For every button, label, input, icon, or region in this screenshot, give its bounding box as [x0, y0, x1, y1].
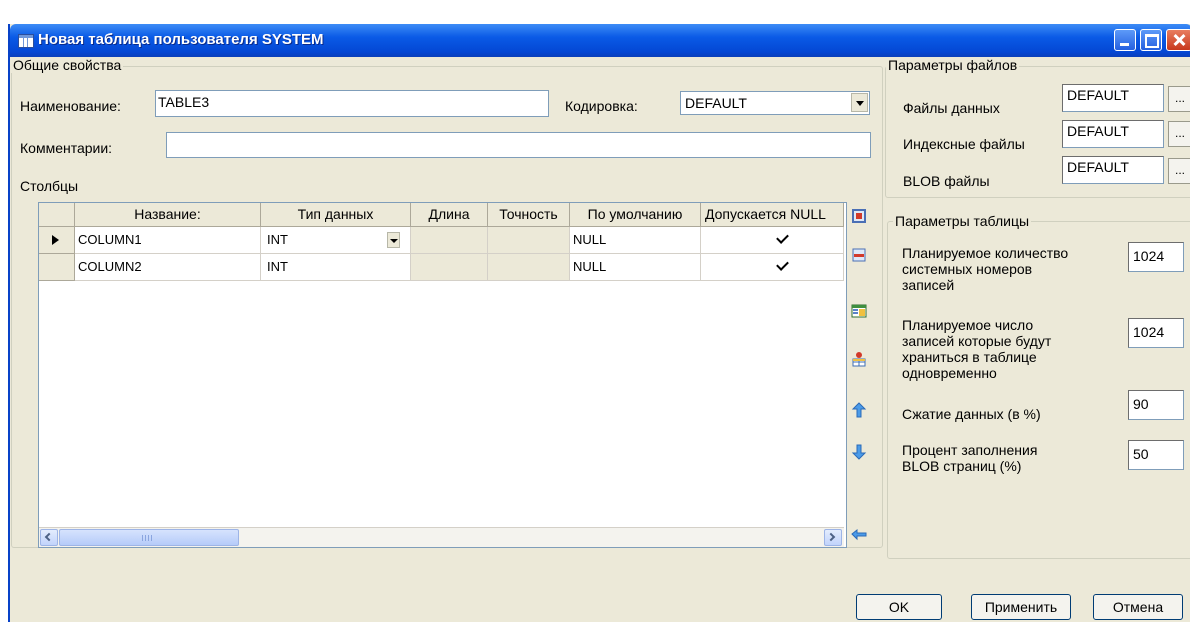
cell-length	[411, 227, 488, 254]
scroll-left-button[interactable]	[40, 529, 58, 546]
cell-default[interactable]: NULL	[570, 227, 701, 254]
planned-system-records-label: Планируемое количество системных номеров…	[902, 245, 1069, 293]
table-properties-icon	[851, 304, 867, 318]
blob-files-browse-button[interactable]: ...	[1168, 158, 1190, 184]
blob-files-label: BLOB файлы	[903, 173, 990, 189]
enter-button[interactable]	[848, 523, 870, 545]
enter-icon	[851, 528, 867, 541]
cell-length	[411, 254, 488, 281]
name-input[interactable]: TABLE3	[155, 90, 549, 117]
horizontal-scrollbar[interactable]	[39, 527, 844, 547]
encoding-select[interactable]: DEFAULT	[680, 91, 870, 115]
row-header[interactable]	[39, 227, 75, 254]
planned-concurrent-records-input[interactable]: 1024	[1128, 318, 1184, 348]
dialog-window: Новая таблица пользователя SYSTEM Общие …	[8, 24, 1190, 622]
table-params-legend: Параметры таблицы	[893, 213, 1032, 229]
cell-name[interactable]: COLUMN2	[75, 254, 261, 281]
comment-input[interactable]	[166, 132, 871, 158]
move-down-icon	[851, 444, 867, 460]
columns-grid[interactable]: Название: Тип данных Длина Точность По у…	[38, 202, 847, 548]
planned-concurrent-records-label: Планируемое число записей которые будут …	[902, 317, 1052, 381]
blob-fill-percent-label: Процент заполнения BLOB страниц (%)	[902, 442, 1038, 474]
general-properties-legend: Общие свойства	[11, 57, 124, 73]
chevron-down-icon[interactable]	[851, 93, 868, 112]
column-header-default[interactable]: По умолчанию	[570, 203, 701, 227]
comment-label: Комментарии:	[20, 140, 113, 156]
column-header-length[interactable]: Длина	[411, 203, 488, 227]
encoding-value: DEFAULT	[685, 95, 747, 111]
data-files-browse-button[interactable]: ...	[1168, 86, 1190, 112]
data-files-label: Файлы данных	[903, 100, 1000, 116]
add-from-template-icon	[852, 352, 866, 367]
index-files-browse-button[interactable]: ...	[1168, 121, 1190, 147]
row-header[interactable]	[39, 254, 75, 281]
name-label: Наименование:	[20, 98, 121, 114]
cancel-button[interactable]: Отмена	[1093, 594, 1183, 620]
cell-type[interactable]: INT	[261, 254, 411, 281]
window-title: Новая таблица пользователя SYSTEM	[38, 31, 324, 48]
title-bar[interactable]: Новая таблица пользователя SYSTEM	[10, 24, 1190, 57]
apply-button[interactable]: Применить	[971, 594, 1071, 620]
cell-default[interactable]: NULL	[570, 254, 701, 281]
minimize-button[interactable]	[1114, 29, 1136, 51]
move-up-button[interactable]	[848, 399, 870, 421]
column-header-name[interactable]: Название:	[75, 203, 261, 227]
column-header-type[interactable]: Тип данных	[261, 203, 411, 227]
move-down-button[interactable]	[848, 441, 870, 463]
planned-system-records-input[interactable]: 1024	[1128, 242, 1184, 272]
grid-corner	[39, 203, 75, 227]
cell-name[interactable]: COLUMN1	[75, 227, 261, 254]
cell-precision	[488, 254, 570, 281]
column-header-nullable[interactable]: Допускается NULL	[701, 203, 844, 227]
ok-button[interactable]: OK	[856, 594, 942, 620]
insert-column-button[interactable]	[848, 205, 870, 227]
maximize-button[interactable]	[1140, 29, 1162, 51]
checkmark-icon[interactable]	[776, 258, 789, 271]
data-compression-label: Сжатие данных (в %)	[902, 406, 1041, 422]
scroll-right-button[interactable]	[824, 529, 842, 546]
cell-nullable[interactable]	[701, 227, 844, 254]
blob-fill-percent-input[interactable]: 50	[1128, 440, 1184, 470]
index-files-input[interactable]: DEFAULT	[1062, 120, 1164, 148]
data-compression-input[interactable]: 90	[1128, 390, 1184, 420]
checkmark-icon[interactable]	[776, 231, 789, 244]
current-row-indicator-icon	[52, 235, 59, 245]
chevron-down-icon[interactable]	[387, 232, 400, 248]
index-files-label: Индексные файлы	[903, 136, 1025, 152]
cell-type-value: INT	[267, 232, 288, 247]
encoding-label: Кодировка:	[565, 98, 638, 114]
move-up-icon	[851, 402, 867, 418]
file-params-legend: Параметры файлов	[886, 57, 1020, 73]
table-icon	[18, 34, 34, 48]
add-from-template-button[interactable]	[848, 348, 870, 370]
data-files-input[interactable]: DEFAULT	[1062, 84, 1164, 112]
blob-files-input[interactable]: DEFAULT	[1062, 156, 1164, 184]
cell-precision	[488, 227, 570, 254]
cell-type[interactable]: INT	[261, 227, 411, 254]
delete-column-button[interactable]	[848, 244, 870, 266]
column-header-precision[interactable]: Точность	[488, 203, 570, 227]
columns-label: Столбцы	[20, 178, 79, 194]
table-properties-button[interactable]	[848, 300, 870, 322]
cell-nullable[interactable]	[701, 254, 844, 281]
close-button[interactable]	[1166, 29, 1190, 51]
scroll-thumb[interactable]	[59, 529, 239, 546]
delete-column-icon	[852, 248, 866, 262]
insert-column-icon	[852, 209, 866, 223]
